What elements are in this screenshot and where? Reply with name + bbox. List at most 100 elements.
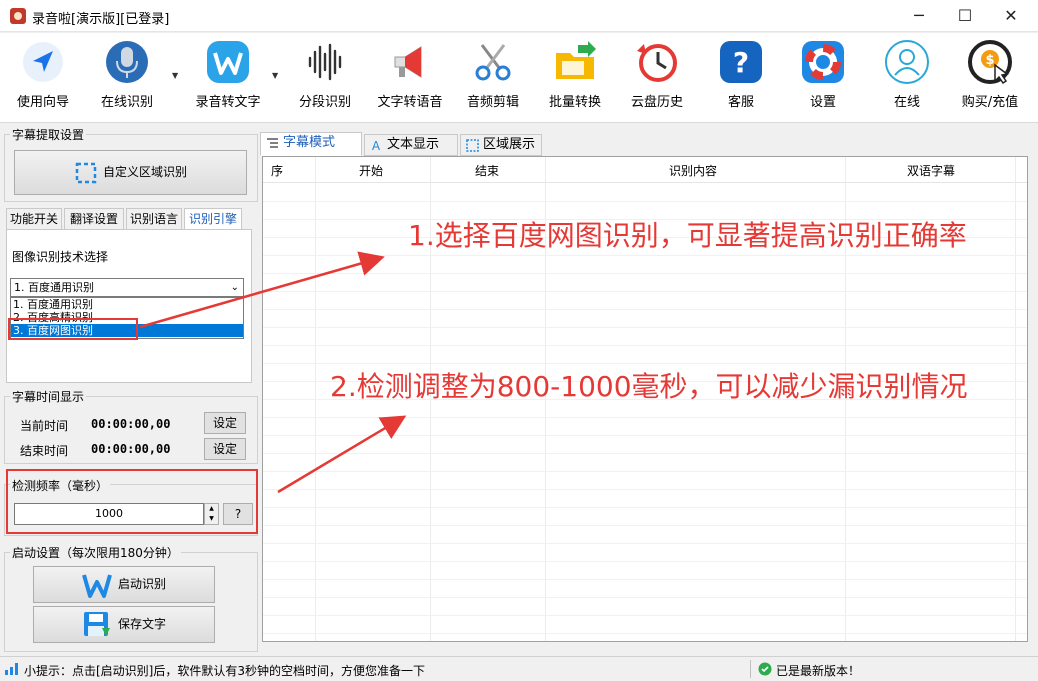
current-time-label: 当前时间 xyxy=(20,419,69,433)
tab-region-display[interactable]: 区域展示 xyxy=(460,134,542,156)
toolbar-label: 录音转文字 xyxy=(195,95,261,110)
user-online-icon xyxy=(885,40,929,84)
tab-text-display[interactable]: A 文本显示 xyxy=(364,134,458,156)
table-gridline xyxy=(263,417,1027,418)
window-title: 录音啦[演示版][已登录] xyxy=(32,12,170,27)
toolbar-label: 音频剪辑 xyxy=(466,95,519,110)
cloud-check-icon xyxy=(758,662,772,676)
purchase-icon: $ xyxy=(968,40,1012,85)
time-display-title: 字幕时间显示 xyxy=(10,388,87,405)
online-recognition-dropdown-arrow-icon[interactable]: ▼ xyxy=(172,71,178,80)
navigation-arrow-icon xyxy=(23,42,63,82)
table-gridline xyxy=(263,363,1027,364)
list-icon xyxy=(267,138,278,148)
save-disk-icon xyxy=(84,612,110,636)
column-header-index[interactable]: 序 xyxy=(271,162,283,179)
highlight-box-engine-option xyxy=(8,318,138,340)
subtitle-settings-title: 字幕提取设置 xyxy=(10,126,87,143)
custom-region-label: 自定义区域识别 xyxy=(103,165,188,179)
engine-combo[interactable]: 1. 百度通用识别 ⌄ xyxy=(10,278,244,297)
toolbar-guide-button[interactable]: 使用向导 xyxy=(10,39,76,119)
highlight-box-frequency xyxy=(6,469,258,534)
table-gridline xyxy=(263,525,1027,526)
audio-to-text-dropdown-arrow-icon[interactable]: ▼ xyxy=(272,71,278,80)
start-recognition-label: 启动识别 xyxy=(118,577,167,591)
toolbar-online-recognition-button[interactable]: 在线识别 xyxy=(94,39,160,119)
toolbar-audio-edit-button[interactable]: 音频剪辑 xyxy=(460,39,526,119)
scissors-icon xyxy=(475,44,511,81)
signal-bars-icon xyxy=(5,663,18,675)
title-bar: 录音啦[演示版][已登录] ─ ☐ ✕ xyxy=(0,0,1038,32)
save-text-button[interactable]: 保存文字 xyxy=(33,606,215,643)
annotation-note-2: 2.检测调整为800-1000毫秒，可以减少漏识别情况 xyxy=(330,370,968,403)
w-logo-icon xyxy=(82,574,112,598)
status-divider xyxy=(750,660,751,678)
table-gridline xyxy=(263,291,1027,292)
table-gridline xyxy=(263,543,1027,544)
column-header-start[interactable]: 开始 xyxy=(359,162,383,179)
startup-group-title: 启动设置（每次限用180分钟） xyxy=(10,544,181,561)
start-recognition-button[interactable]: 启动识别 xyxy=(33,566,215,603)
toolbar-label: 使用向导 xyxy=(16,95,69,110)
set-current-time-button[interactable]: 设定 xyxy=(204,412,246,434)
toolbar-segment-recognition-button[interactable]: 分段识别 xyxy=(292,39,358,119)
table-gridline xyxy=(263,579,1027,580)
tab-recognition-language[interactable]: 识别语言 xyxy=(126,208,182,230)
svg-text:?: ? xyxy=(733,46,749,79)
column-header-end[interactable]: 结束 xyxy=(475,162,499,179)
toolbar-audio-to-text-button[interactable]: 录音转文字 xyxy=(190,39,266,119)
microphone-icon xyxy=(106,41,148,83)
maximize-button[interactable]: ☐ xyxy=(942,0,988,32)
region-select-icon xyxy=(75,162,97,184)
minimize-button[interactable]: ─ xyxy=(896,0,942,32)
help-icon: ? xyxy=(720,41,762,83)
toolbar-settings-button[interactable]: 设置 xyxy=(790,39,856,119)
table-gridline xyxy=(263,345,1027,346)
table-gridline xyxy=(263,615,1027,616)
tab-function-switch[interactable]: 功能开关 xyxy=(6,208,62,230)
end-time-label: 结束时间 xyxy=(20,444,69,458)
svg-text:A: A xyxy=(372,139,381,152)
toolbar-label: 云盘历史 xyxy=(630,95,683,110)
engine-option-general[interactable]: 1. 百度通用识别 xyxy=(11,298,243,311)
current-time-value: 00:00:00,00 xyxy=(91,417,171,431)
toolbar-label: 设置 xyxy=(809,95,836,110)
table-gridline xyxy=(263,471,1027,472)
folder-icon xyxy=(556,41,596,79)
w-logo-icon xyxy=(207,41,249,83)
toolbar-label: 文字转语音 xyxy=(377,95,443,110)
tab-subtitle-mode[interactable]: 字幕模式 xyxy=(260,132,362,156)
tab-recognition-engine[interactable]: 识别引擎 xyxy=(184,208,242,230)
custom-region-button[interactable]: 自定义区域识别 xyxy=(14,150,247,195)
toolbar-online-status-button[interactable]: 在线 xyxy=(874,39,940,119)
table-gridline xyxy=(263,597,1027,598)
toolbar-cloud-history-button[interactable]: 云盘历史 xyxy=(624,39,690,119)
status-version: 已是最新版本！ xyxy=(776,664,861,678)
table-gridline xyxy=(263,561,1027,562)
text-a-icon: A xyxy=(372,139,381,152)
column-header-bilingual[interactable]: 双语字幕 xyxy=(907,162,955,179)
toolbar-label: 在线 xyxy=(893,95,920,110)
table-gridline xyxy=(263,507,1027,508)
table-gridline xyxy=(263,273,1027,274)
table-gridline xyxy=(263,309,1027,310)
close-button[interactable]: ✕ xyxy=(988,0,1034,32)
toolbar-support-button[interactable]: ? 客服 xyxy=(708,39,774,119)
engine-group-label: 图像识别技术选择 xyxy=(12,250,109,264)
set-end-time-button[interactable]: 设定 xyxy=(204,438,246,460)
toolbar-batch-convert-button[interactable]: 批量转换 xyxy=(542,39,608,119)
save-text-label: 保存文字 xyxy=(118,617,167,631)
toolbar: 使用向导 在线识别 ▼ 录音转文字 ▼ 分段识别 文字转语音 音频剪辑 批量转换… xyxy=(0,33,1038,123)
column-header-content[interactable]: 识别内容 xyxy=(669,162,717,179)
toolbar-label: 在线识别 xyxy=(100,95,153,110)
tab-translation-settings[interactable]: 翻译设置 xyxy=(64,208,124,230)
table-header: 序 开始 结束 识别内容 双语字幕 xyxy=(263,157,1027,183)
toolbar-purchase-button[interactable]: $ 购买/充值 xyxy=(952,39,1028,119)
app-logo-icon xyxy=(10,8,26,24)
toolbar-label: 批量转换 xyxy=(548,95,601,110)
toolbar-tts-button[interactable]: 文字转语音 xyxy=(372,39,448,119)
table-gridline xyxy=(263,327,1027,328)
table-gridline xyxy=(263,633,1027,634)
chevron-down-icon: ⌄ xyxy=(230,282,239,293)
table-gridline xyxy=(263,255,1027,256)
